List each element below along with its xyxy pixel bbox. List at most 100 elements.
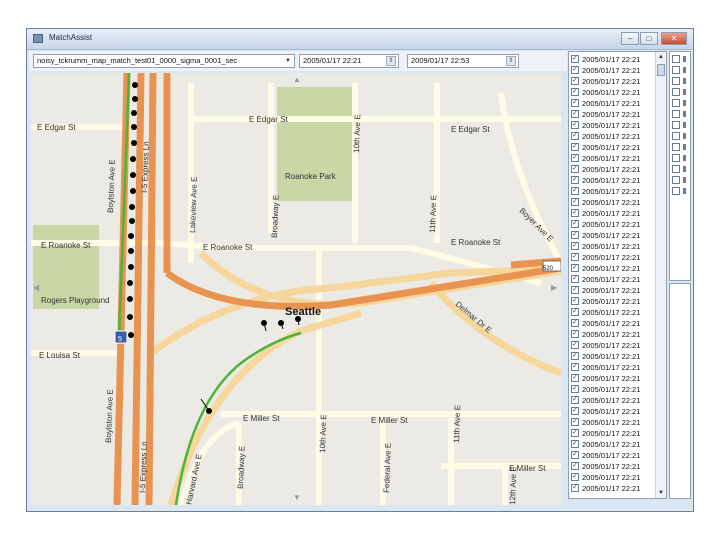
list-item-checkbox[interactable]: ✓: [571, 99, 579, 107]
list-item[interactable]: ✓ 2005/01/17 22:21: [571, 406, 657, 417]
list-item-checkbox[interactable]: ✓: [571, 385, 579, 393]
map-view[interactable]: E Edgar St E Edgar St E Edgar St Roanoke…: [31, 73, 561, 505]
list-item[interactable]: ✓ 2005/01/17 22:21: [571, 296, 657, 307]
map-canvas[interactable]: E Edgar St E Edgar St E Edgar St Roanoke…: [31, 73, 561, 505]
file-select[interactable]: noisy_tckrumm_map_match_test01_0000_sigm…: [33, 54, 295, 68]
minimize-button[interactable]: –: [621, 32, 639, 45]
list-item-checkbox[interactable]: ✓: [571, 55, 579, 63]
list-item-checkbox[interactable]: ✓: [571, 440, 579, 448]
list-item[interactable]: ✓ 2005/01/17 22:21: [571, 307, 657, 318]
list-item-checkbox[interactable]: ✓: [571, 88, 579, 96]
list-item-checkbox[interactable]: ✓: [571, 165, 579, 173]
list-item[interactable]: ✓ 2005/01/17 22:21: [571, 285, 657, 296]
list-item-checkbox[interactable]: ✓: [571, 275, 579, 283]
list-item[interactable]: ✓ 2005/01/17 22:21: [571, 318, 657, 329]
right-checklist[interactable]: [669, 51, 691, 281]
right-checkbox[interactable]: [672, 165, 680, 173]
list-item[interactable]: ✓ 2005/01/17 22:21: [571, 362, 657, 373]
list-item-checkbox[interactable]: ✓: [571, 352, 579, 360]
list-item-checkbox[interactable]: ✓: [571, 143, 579, 151]
right-checkbox[interactable]: [672, 132, 680, 140]
list-item-checkbox[interactable]: ✓: [571, 407, 579, 415]
right-checkbox[interactable]: [672, 176, 680, 184]
right-checkbox[interactable]: [672, 88, 680, 96]
list-item-checkbox[interactable]: ✓: [571, 374, 579, 382]
list-item[interactable]: ✓ 2005/01/17 22:21: [571, 274, 657, 285]
list-item[interactable]: ✓ 2005/01/17 22:21: [571, 153, 657, 164]
list-item[interactable]: ✓ 2005/01/17 22:21: [571, 439, 657, 450]
maximize-button[interactable]: □: [640, 32, 658, 45]
list-item[interactable]: ✓ 2005/01/17 22:21: [571, 329, 657, 340]
list-item[interactable]: ✓ 2005/01/17 22:21: [571, 65, 657, 76]
point-list-scrollbar[interactable]: ▲ ▼: [655, 52, 666, 498]
list-item-checkbox[interactable]: ✓: [571, 132, 579, 140]
right-checkbox[interactable]: [672, 99, 680, 107]
file-select-dropdown-icon[interactable]: ▼: [283, 56, 293, 66]
list-item[interactable]: ✓ 2005/01/17 22:21: [571, 450, 657, 461]
list-item[interactable]: ✓ 2005/01/17 22:21: [571, 142, 657, 153]
list-item-checkbox[interactable]: ✓: [571, 308, 579, 316]
list-item-checkbox[interactable]: ✓: [571, 396, 579, 404]
list-item-checkbox[interactable]: ✓: [571, 484, 579, 492]
end-time-picker[interactable]: 2009/01/17 22:53: [407, 54, 519, 68]
list-item-checkbox[interactable]: ✓: [571, 363, 579, 371]
list-item[interactable]: ✓ 2005/01/17 22:21: [571, 164, 657, 175]
list-item[interactable]: ✓ 2005/01/17 22:21: [571, 351, 657, 362]
pan-right-icon[interactable]: ▶: [551, 283, 557, 292]
list-item[interactable]: ✓ 2005/01/17 22:21: [571, 54, 657, 65]
list-item[interactable]: ✓ 2005/01/17 22:21: [571, 186, 657, 197]
list-item-checkbox[interactable]: ✓: [571, 198, 579, 206]
list-item[interactable]: ✓ 2005/01/17 22:21: [571, 483, 657, 494]
list-item-checkbox[interactable]: ✓: [571, 187, 579, 195]
list-item[interactable]: ✓ 2005/01/17 22:21: [571, 87, 657, 98]
list-item-checkbox[interactable]: ✓: [571, 429, 579, 437]
title-bar[interactable]: MatchAssist – □ ✕: [27, 29, 693, 50]
list-item-checkbox[interactable]: ✓: [571, 462, 579, 470]
list-item-checkbox[interactable]: ✓: [571, 66, 579, 74]
end-time-spinner-icon[interactable]: ⇕: [506, 56, 516, 66]
list-item[interactable]: ✓ 2005/01/17 22:21: [571, 263, 657, 274]
right-checkbox[interactable]: [672, 187, 680, 195]
start-time-spinner-icon[interactable]: ⇕: [386, 56, 396, 66]
list-item[interactable]: ✓ 2005/01/17 22:21: [571, 252, 657, 263]
list-item[interactable]: ✓ 2005/01/17 22:21: [571, 76, 657, 87]
list-item-checkbox[interactable]: ✓: [571, 242, 579, 250]
list-item-checkbox[interactable]: ✓: [571, 264, 579, 272]
list-item-checkbox[interactable]: ✓: [571, 121, 579, 129]
right-checkbox[interactable]: [672, 110, 680, 118]
right-checkbox[interactable]: [672, 154, 680, 162]
list-item-checkbox[interactable]: ✓: [571, 253, 579, 261]
list-item-checkbox[interactable]: ✓: [571, 319, 579, 327]
list-item-checkbox[interactable]: ✓: [571, 110, 579, 118]
list-item-checkbox[interactable]: ✓: [571, 77, 579, 85]
list-item[interactable]: ✓ 2005/01/17 22:21: [571, 395, 657, 406]
list-item[interactable]: ✓ 2005/01/17 22:21: [571, 461, 657, 472]
list-item-checkbox[interactable]: ✓: [571, 231, 579, 239]
close-button[interactable]: ✕: [661, 32, 687, 45]
right-checkbox[interactable]: [672, 143, 680, 151]
list-item-checkbox[interactable]: ✓: [571, 286, 579, 294]
list-item[interactable]: ✓ 2005/01/17 22:21: [571, 472, 657, 483]
scroll-down-icon[interactable]: ▼: [656, 488, 666, 498]
list-item[interactable]: ✓ 2005/01/17 22:21: [571, 373, 657, 384]
start-time-picker[interactable]: 2005/01/17 22:21: [299, 54, 399, 68]
list-item[interactable]: ✓ 2005/01/17 22:21: [571, 230, 657, 241]
scroll-up-icon[interactable]: ▲: [656, 52, 666, 62]
scroll-thumb[interactable]: [657, 64, 665, 76]
list-item-checkbox[interactable]: ✓: [571, 341, 579, 349]
pan-left-icon[interactable]: ◀: [33, 283, 39, 292]
list-item[interactable]: ✓ 2005/01/17 22:21: [571, 428, 657, 439]
list-item[interactable]: ✓ 2005/01/17 22:21: [571, 219, 657, 230]
list-item[interactable]: ✓ 2005/01/17 22:21: [571, 208, 657, 219]
list-item-checkbox[interactable]: ✓: [571, 330, 579, 338]
list-item[interactable]: ✓ 2005/01/17 22:21: [571, 417, 657, 428]
list-item[interactable]: ✓ 2005/01/17 22:21: [571, 131, 657, 142]
list-item-checkbox[interactable]: ✓: [571, 451, 579, 459]
list-item-checkbox[interactable]: ✓: [571, 176, 579, 184]
pan-up-icon[interactable]: ▲: [293, 75, 301, 84]
list-item[interactable]: ✓ 2005/01/17 22:21: [571, 98, 657, 109]
list-item[interactable]: ✓ 2005/01/17 22:21: [571, 175, 657, 186]
list-item[interactable]: ✓ 2005/01/17 22:21: [571, 384, 657, 395]
list-item[interactable]: ✓ 2005/01/17 22:21: [571, 197, 657, 208]
right-checkbox[interactable]: [672, 55, 680, 63]
